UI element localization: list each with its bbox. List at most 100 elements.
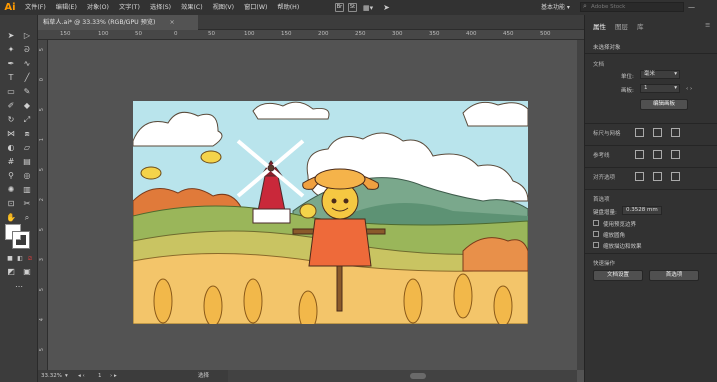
panel-menu-icon[interactable]: ≡ [705, 21, 710, 29]
tab-properties[interactable]: 属性 [593, 21, 606, 31]
menu-effect[interactable]: 效果(C) [176, 0, 208, 15]
menu-file[interactable]: 文件(F) [20, 0, 51, 15]
align-section: 对齐选项 [585, 167, 717, 189]
tab-libraries[interactable]: 库 [637, 21, 644, 31]
use-preview-bounds-checkbox[interactable] [593, 220, 599, 226]
artboard-canvas[interactable] [133, 101, 528, 324]
perspective-grid-icon[interactable]: ▱ [20, 142, 34, 154]
arrange-docs-icon[interactable]: ▦▾ [363, 4, 373, 12]
menu-type[interactable]: 文字(T) [114, 0, 145, 15]
edit-toolbar-icon[interactable]: ⋯ [12, 281, 26, 293]
direct-selection-tool-icon[interactable]: ▷ [20, 30, 34, 42]
preferences-title: 首选项 [593, 197, 610, 203]
gradient-tool-icon[interactable]: ▤ [20, 156, 34, 168]
no-selection-label: 未选择对象 [593, 45, 621, 51]
horizontal-ruler[interactable]: 150 100 50 0 50 100 150 200 250 300 350 … [38, 30, 584, 40]
ruler-tick: 500 [540, 31, 551, 37]
line-tool-icon[interactable]: ╱ [20, 72, 34, 84]
none-mode-icon[interactable]: ⧄ [23, 253, 37, 265]
align-to-pixel-icon[interactable] [635, 172, 644, 181]
search-icon: ⌕ [583, 2, 587, 10]
workspace-switcher[interactable]: 基本功能 ▾ [541, 2, 570, 11]
ruler-tick: 150 [60, 31, 71, 37]
mesh-tool-icon[interactable]: # [4, 156, 18, 168]
preferences-section: 首选项 键盘增量: 0.3528 mm 使用预览边界 缩放圆角 缩放描边和效果 [585, 189, 717, 253]
document-tab[interactable]: 稻草人.ai* @ 33.33% (RGB/GPU 预览) × [38, 15, 198, 30]
send-icon[interactable]: ➤ [383, 3, 390, 12]
transparency-grid-icon[interactable] [671, 128, 680, 137]
next-artboard-icon[interactable]: › ▸ [110, 370, 117, 382]
menu-list: 文件(F) 编辑(E) 对象(O) 文字(T) 选择(S) 效果(C) 视图(V… [20, 0, 304, 15]
menu-view[interactable]: 视图(V) [208, 0, 239, 15]
guides-toggle-icon[interactable] [635, 150, 644, 159]
curvature-tool-icon[interactable]: ∿ [20, 58, 34, 70]
ruler-toggle-icon[interactable] [635, 128, 644, 137]
free-transform-icon[interactable]: ⧈ [20, 128, 34, 140]
type-tool-icon[interactable]: T [4, 72, 18, 84]
lock-guides-icon[interactable] [671, 150, 680, 159]
vertical-scrollbar[interactable] [577, 40, 584, 370]
shape-builder-icon[interactable]: ◐ [4, 142, 18, 154]
hand-tool-icon[interactable]: ✋ [4, 212, 18, 224]
eraser-icon[interactable]: ◆ [20, 100, 34, 112]
selection-tool-icon[interactable]: ➤ [4, 30, 18, 42]
scale-corners-checkbox[interactable] [593, 231, 599, 237]
tab-layers[interactable]: 图层 [615, 21, 628, 31]
stroke-swatch[interactable] [12, 231, 30, 249]
stock-search-input[interactable]: Adobe Stock [580, 2, 684, 12]
stock-button[interactable]: St [348, 3, 357, 12]
rectangle-tool-icon[interactable]: ▭ [4, 86, 18, 98]
artboard-tool-icon[interactable]: ⊡ [4, 198, 18, 210]
horizontal-scroll-thumb[interactable] [410, 373, 426, 379]
document-tabs: 稻草人.ai* @ 33.33% (RGB/GPU 预览) × [38, 15, 584, 30]
artboard-number[interactable]: 1 [98, 370, 102, 382]
screen-mode-icon[interactable]: ▣ [20, 266, 34, 278]
close-tab-icon[interactable]: × [169, 19, 174, 26]
symbol-sprayer-icon[interactable]: ✺ [4, 184, 18, 196]
prev-artboard-icon[interactable]: ◂ ‹ [78, 370, 85, 382]
keyboard-increment-input[interactable]: 0.3528 mm [622, 206, 662, 215]
horizontal-scrollbar[interactable] [228, 370, 577, 382]
eyedropper-icon[interactable]: ⚲ [4, 170, 18, 182]
use-preview-bounds-label: 使用预览边界 [603, 222, 637, 228]
magic-wand-icon[interactable]: ✦ [4, 44, 18, 56]
grid-toggle-icon[interactable] [653, 128, 662, 137]
menu-help[interactable]: 帮助(H) [272, 0, 304, 15]
shaper-tool-icon[interactable]: ✐ [4, 100, 18, 112]
pen-tool-icon[interactable]: ✒ [4, 58, 18, 70]
bridge-button[interactable]: Br [335, 3, 344, 12]
artboard-nav-icon[interactable]: ‹ › [686, 86, 692, 92]
edit-artboards-button[interactable]: 编辑画板 [640, 99, 688, 110]
document-setup-button[interactable]: 文档设置 [593, 270, 643, 281]
bridge-buttons: Br St ▦▾ ➤ [335, 3, 390, 12]
artboard-select[interactable]: 1 ▾ [640, 84, 680, 93]
align-artboard-icon[interactable] [671, 172, 680, 181]
ruler-tick: 50 [208, 31, 215, 37]
lasso-icon[interactable]: ᘐ [20, 44, 34, 56]
zoom-dropdown-icon[interactable]: ▾ [65, 370, 68, 382]
ruler-tick: 250 [355, 31, 366, 37]
vertical-ruler[interactable]: 5 0 5 1 5 2 5 3 5 4 5 [38, 40, 48, 370]
slice-tool-icon[interactable]: ✂ [20, 198, 34, 210]
blend-tool-icon[interactable]: ◎ [20, 170, 34, 182]
zoom-tool-icon[interactable]: ⌕ [20, 212, 34, 224]
width-tool-icon[interactable]: ⋈ [4, 128, 18, 140]
ruler-tick: 400 [466, 31, 477, 37]
zoom-level[interactable]: 33.32% [41, 370, 62, 382]
scale-tool-icon[interactable]: ⤢ [20, 114, 34, 126]
rotate-tool-icon[interactable]: ↻ [4, 114, 18, 126]
preferences-button[interactable]: 首选项 [649, 270, 699, 281]
paintbrush-icon[interactable]: ✎ [20, 86, 34, 98]
menu-window[interactable]: 窗口(W) [239, 0, 272, 15]
units-select[interactable]: 毫米 ▾ [640, 70, 680, 79]
ruler-tick: 5 [39, 288, 45, 292]
scale-strokes-checkbox[interactable] [593, 242, 599, 248]
graph-tool-icon[interactable]: ▥ [20, 184, 34, 196]
menu-select[interactable]: 选择(S) [145, 0, 176, 15]
smart-guides-icon[interactable] [653, 150, 662, 159]
properties-panel: 属性 图层 库 ≡ 未选择对象 文档 单位: 毫米 ▾ 画板: 1 ▾ ‹ › 编辑… [584, 15, 717, 382]
menu-edit[interactable]: 编辑(E) [51, 0, 82, 15]
align-key-object-icon[interactable] [653, 172, 662, 181]
menu-object[interactable]: 对象(O) [82, 0, 114, 15]
draw-mode-icon[interactable]: ◩ [4, 266, 18, 278]
